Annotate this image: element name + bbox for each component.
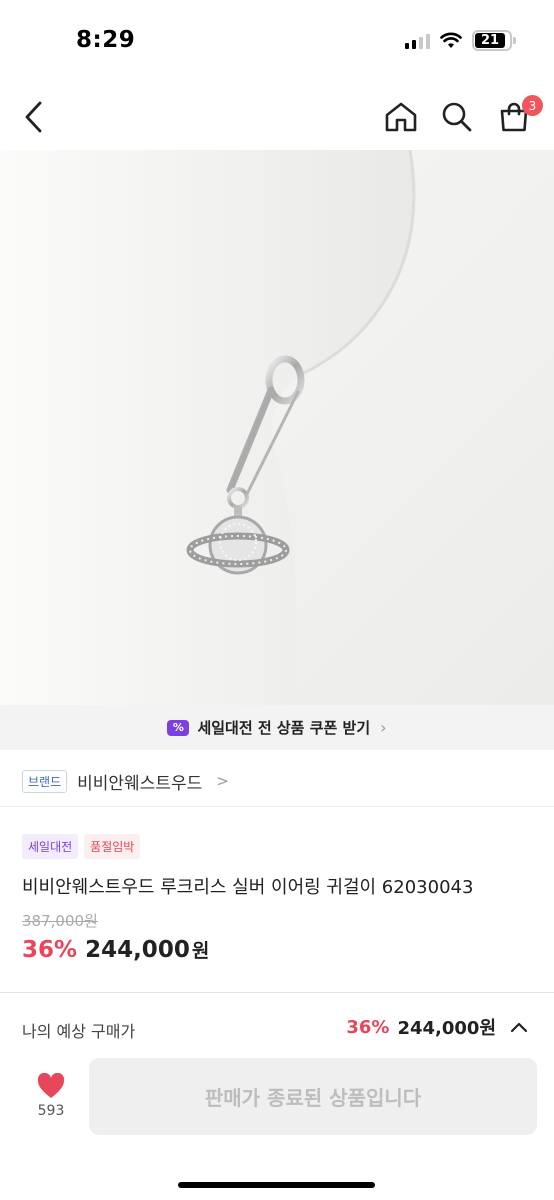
earring-photo: [0, 150, 554, 705]
back-button[interactable]: [14, 97, 54, 137]
wifi-icon: [440, 32, 462, 48]
coupon-banner[interactable]: % 세일대전 전 상품 쿠폰 받기 ›: [0, 705, 554, 750]
coupon-percent-icon: %: [167, 719, 190, 736]
divider: [0, 806, 554, 807]
search-button[interactable]: [437, 97, 477, 137]
like-count: 593: [37, 1103, 65, 1119]
brand-link[interactable]: 브랜드 비비안웨스트우드 >: [22, 767, 229, 795]
brand-name: 비비안웨스트우드: [77, 773, 203, 794]
price-row: 36% 244,000 원: [22, 936, 209, 963]
home-icon: [385, 102, 417, 132]
expected-discount: 36%: [346, 1016, 390, 1038]
expected-price-toggle[interactable]: 36% 244,000원: [346, 1014, 530, 1040]
home-indicator: [178, 1182, 375, 1188]
status-bar: 8:29 21: [0, 0, 554, 80]
expected-price: 244,000원: [397, 1018, 496, 1039]
status-icons: 21: [405, 30, 516, 51]
app-header: 3: [0, 85, 554, 150]
battery-level: 21: [480, 33, 500, 48]
sold-out-button[interactable]: 판매가 종료된 상품입니다: [89, 1058, 537, 1135]
chevron-right-icon: ›: [380, 718, 387, 737]
expected-price-label: 나의 예상 구매가: [22, 1022, 136, 1041]
like-button[interactable]: 593: [26, 1073, 76, 1133]
product-badges: 세일대전 품절임박: [22, 834, 141, 859]
original-price: 387,000원: [22, 912, 98, 930]
purchase-panel: 나의 예상 구매가 36% 244,000원 593 판매가 종료된 상품입니다: [0, 992, 554, 1200]
heart-icon: [37, 1073, 65, 1098]
cellular-signal-icon: [405, 33, 430, 49]
sale-event-badge: 세일대전: [22, 834, 79, 859]
chevron-right-icon: >: [216, 772, 229, 790]
sale-price: 244,000: [85, 937, 190, 963]
low-stock-badge: 품절임박: [84, 834, 141, 859]
product-image[interactable]: [0, 150, 554, 705]
discount-rate: 36%: [22, 937, 78, 963]
chevron-up-icon: [508, 1016, 530, 1038]
product-title: 비비안웨스트우드 루크리스 실버 이어링 귀걸이 62030043: [22, 877, 474, 898]
status-time: 8:29: [76, 27, 136, 53]
cart-count-badge: 3: [522, 95, 543, 116]
battery-icon: 21: [472, 30, 516, 51]
brand-tag: 브랜드: [22, 769, 68, 793]
back-arrow-icon: [25, 101, 42, 133]
coupon-banner-text: 세일대전 전 상품 쿠폰 받기: [197, 719, 371, 737]
currency-unit: 원: [191, 940, 210, 962]
home-button[interactable]: [381, 97, 421, 137]
search-icon: [442, 102, 472, 132]
